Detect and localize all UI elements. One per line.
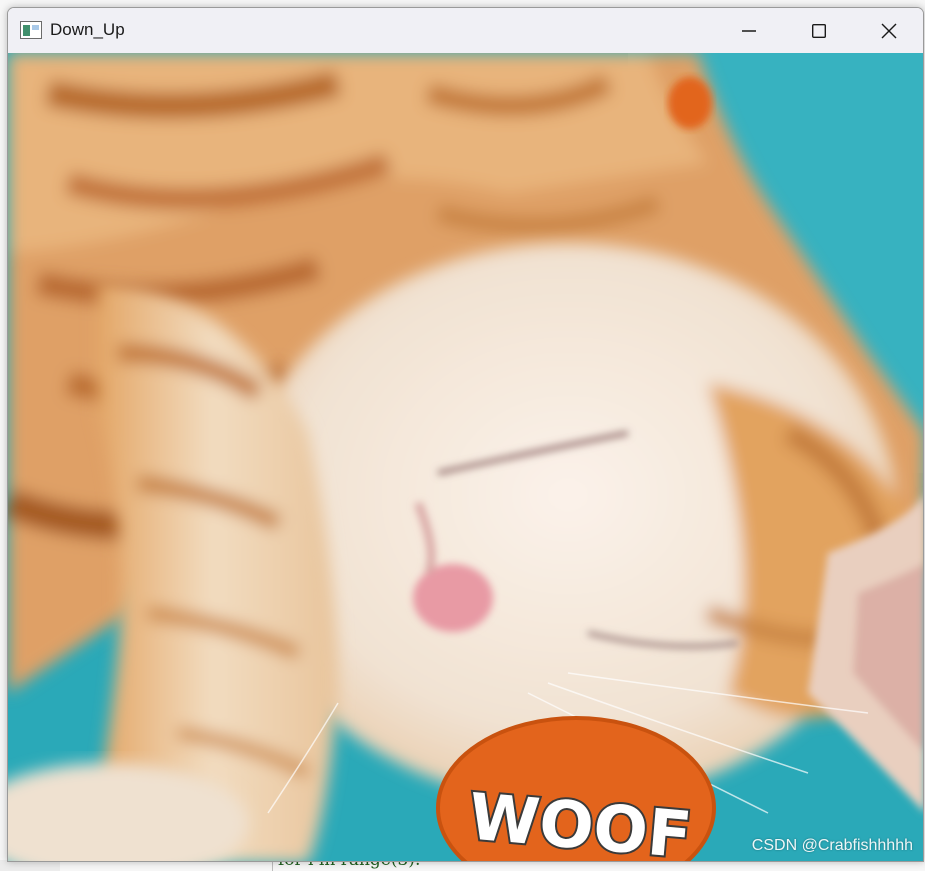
image-canvas: WOOF CSDN @Crabfishhhhh [8, 53, 923, 861]
cat-photo: WOOF [8, 53, 923, 861]
title-bar[interactable]: Down_Up [8, 8, 923, 53]
app-icon [20, 21, 42, 39]
close-icon [881, 23, 897, 38]
maximize-button[interactable] [784, 8, 854, 53]
close-button[interactable] [854, 8, 923, 53]
image-window: Down_Up WOOF CSDN @Crabfishhhhh [7, 7, 924, 862]
window-title: Down_Up [50, 20, 125, 39]
minimize-icon [742, 29, 756, 32]
maximize-icon [812, 23, 826, 38]
watermark-text: CSDN @Crabfishhhhh [751, 837, 913, 854]
minimize-button[interactable] [714, 8, 784, 53]
